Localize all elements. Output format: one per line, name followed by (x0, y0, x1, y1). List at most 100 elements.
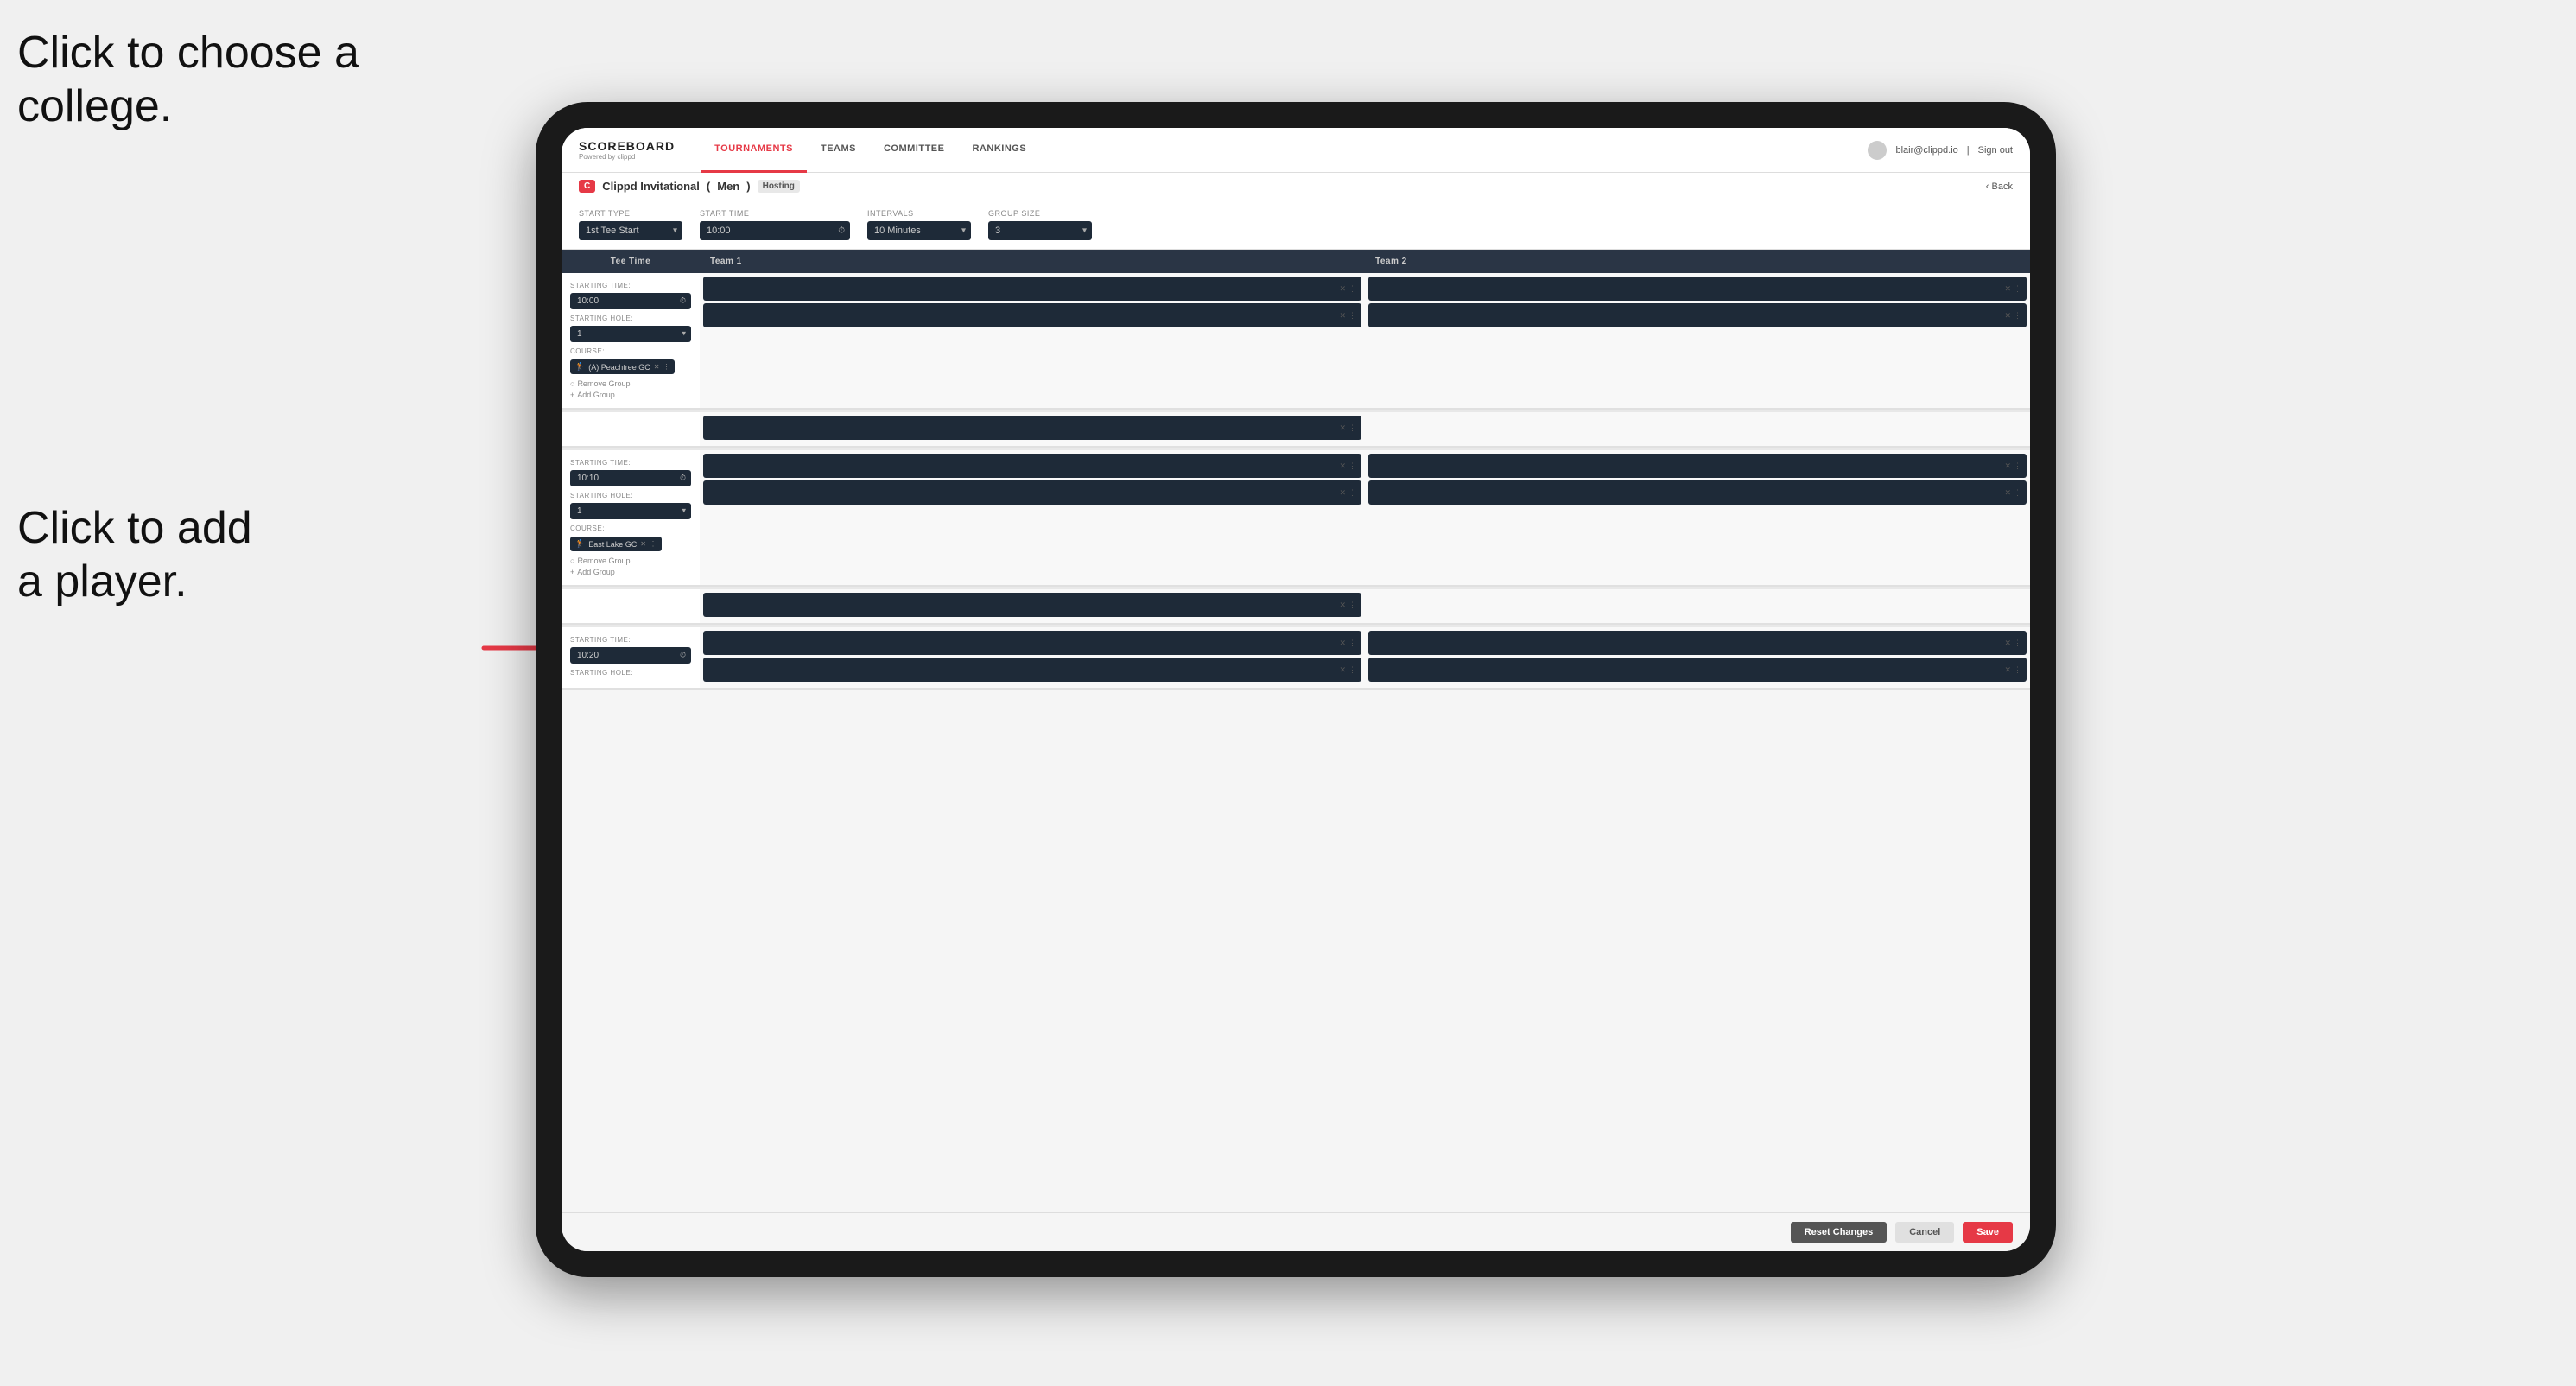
table-row: STARTING TIME: ⏱ STARTING HOLE: 1 (562, 273, 2030, 409)
more-icon[interactable]: ⋮ (1348, 284, 1356, 294)
course-more-1[interactable]: ⋮ (663, 363, 669, 371)
group3-left-panel: STARTING TIME: ⏱ STARTING HOLE: (562, 627, 700, 689)
group-size-select[interactable]: 3 (988, 221, 1092, 240)
more-icon[interactable]: ⋮ (1348, 423, 1356, 433)
add-group-1[interactable]: + Add Group (570, 391, 691, 399)
x-icon[interactable]: ✕ (1339, 461, 1346, 471)
more-icon[interactable]: ⋮ (1348, 488, 1356, 498)
player-slot-1b-1[interactable]: ✕ ⋮ (703, 416, 1361, 440)
starting-hole-select-2[interactable]: 1 (570, 503, 691, 519)
course-label-1: COURSE: (570, 347, 691, 355)
more-icon[interactable]: ⋮ (2014, 665, 2021, 675)
table-row: STARTING TIME: ⏱ STARTING HOLE: 1 (562, 450, 2030, 586)
app-footer: Reset Changes Cancel Save (562, 1212, 2030, 1251)
player-slot-2-4[interactable]: ✕ ⋮ (1368, 480, 2027, 505)
start-type-field: Start Type 1st Tee Start (579, 209, 682, 240)
starting-time-input-1[interactable] (570, 293, 691, 309)
player-slot-1-4[interactable]: ✕ ⋮ (1368, 303, 2027, 327)
nav-teams[interactable]: TEAMS (807, 128, 870, 173)
nav-committee[interactable]: COMMITTEE (870, 128, 959, 173)
col-team2: Team 2 (1365, 250, 2030, 273)
group2b-left-panel (562, 589, 700, 624)
more-icon[interactable]: ⋮ (2014, 488, 2021, 498)
app-header: SCOREBOARD Powered by clippd TOURNAMENTS… (562, 128, 2030, 173)
starting-time-input-3[interactable] (570, 647, 691, 664)
x-icon[interactable]: ✕ (1339, 639, 1346, 648)
user-email: blair@clippd.io (1895, 145, 1957, 156)
sign-out-link[interactable]: Sign out (1978, 145, 2013, 156)
course-icon-2: 🏌 (575, 539, 585, 549)
x-icon[interactable]: ✕ (2004, 461, 2011, 471)
annotation-add-player: Click to add a player. (17, 501, 252, 609)
player-slot-1-1[interactable]: ✕ ⋮ (703, 277, 1361, 301)
start-time-input[interactable] (700, 221, 850, 240)
group2b-team1-cell: ✕ ⋮ (700, 589, 1365, 624)
nav-rankings[interactable]: RANKINGS (958, 128, 1040, 173)
reset-changes-button[interactable]: Reset Changes (1791, 1222, 1887, 1243)
x-icon[interactable]: ✕ (1339, 665, 1346, 675)
course-remove-1[interactable]: ✕ (654, 363, 660, 371)
player-slot-2b-1[interactable]: ✕ ⋮ (703, 593, 1361, 617)
starting-hole-select-1[interactable]: 1 (570, 326, 691, 342)
x-icon[interactable]: ✕ (1339, 284, 1346, 294)
course-tag-1[interactable]: 🏌 (A) Peachtree GC ✕ ⋮ (570, 359, 675, 374)
tournament-name: Clippd Invitational (602, 180, 700, 193)
course-remove-2[interactable]: ✕ (640, 540, 646, 548)
nav-tournaments[interactable]: TOURNAMENTS (701, 128, 807, 173)
more-icon[interactable]: ⋮ (1348, 461, 1356, 471)
starting-time-input-2[interactable] (570, 470, 691, 486)
more-icon[interactable]: ⋮ (1348, 639, 1356, 648)
x-icon[interactable]: ✕ (1339, 423, 1346, 433)
more-icon[interactable]: ⋮ (1348, 311, 1356, 321)
more-icon[interactable]: ⋮ (1348, 601, 1356, 610)
player-slot-2-3[interactable]: ✕ ⋮ (1368, 454, 2027, 478)
x-icon[interactable]: ✕ (2004, 665, 2011, 675)
starting-hole-select-wrapper-2: 1 (570, 502, 691, 519)
more-icon[interactable]: ⋮ (2014, 284, 2021, 294)
add-group-2[interactable]: + Add Group (570, 568, 691, 576)
starting-hole-label-2: STARTING HOLE: (570, 492, 691, 499)
course-name-1: (A) Peachtree GC (588, 363, 650, 372)
group1b-left-panel (562, 412, 700, 447)
clock-icon-3: ⏱ (680, 651, 686, 660)
cancel-button[interactable]: Cancel (1895, 1222, 1954, 1243)
brand: SCOREBOARD Powered by clippd (579, 139, 675, 161)
x-icon[interactable]: ✕ (2004, 311, 2011, 321)
sub-header: C Clippd Invitational ( Men ) Hosting ‹ … (562, 173, 2030, 200)
intervals-select-wrapper: 10 Minutes (867, 221, 971, 240)
starting-time-input-wrapper-2: ⏱ (570, 469, 691, 486)
player-slot-3-3[interactable]: ✕ ⋮ (1368, 631, 2027, 655)
group2-left-panel: STARTING TIME: ⏱ STARTING HOLE: 1 (562, 450, 700, 586)
course-more-2[interactable]: ⋮ (650, 540, 657, 548)
remove-group-1[interactable]: ○ Remove Group (570, 379, 691, 388)
x-icon[interactable]: ✕ (2004, 488, 2011, 498)
more-icon[interactable]: ⋮ (2014, 311, 2021, 321)
back-button[interactable]: ‹ Back (1986, 181, 2013, 192)
player-slot-3-1[interactable]: ✕ ⋮ (703, 631, 1361, 655)
player-slot-3-2[interactable]: ✕ ⋮ (703, 658, 1361, 682)
x-icon[interactable]: ✕ (1339, 601, 1346, 610)
player-slot-2-2[interactable]: ✕ ⋮ (703, 480, 1361, 505)
x-icon[interactable]: ✕ (1339, 311, 1346, 321)
x-icon[interactable]: ✕ (2004, 639, 2011, 648)
start-type-select[interactable]: 1st Tee Start (579, 221, 682, 240)
group3-team1-cell: ✕ ⋮ ✕ ⋮ (700, 627, 1365, 689)
start-type-select-wrapper: 1st Tee Start (579, 221, 682, 240)
clock-icon-1: ⏱ (680, 296, 686, 306)
more-icon[interactable]: ⋮ (2014, 461, 2021, 471)
intervals-field: Intervals 10 Minutes (867, 209, 971, 240)
course-tag-2[interactable]: 🏌 East Lake GC ✕ ⋮ (570, 537, 662, 551)
intervals-select[interactable]: 10 Minutes (867, 221, 971, 240)
more-icon[interactable]: ⋮ (1348, 665, 1356, 675)
course-name-2: East Lake GC (588, 540, 637, 549)
remove-group-2[interactable]: ○ Remove Group (570, 556, 691, 565)
save-button[interactable]: Save (1963, 1222, 2013, 1243)
x-icon[interactable]: ✕ (1339, 488, 1346, 498)
player-slot-1-2[interactable]: ✕ ⋮ (703, 303, 1361, 327)
tournament-logo: C (579, 180, 595, 193)
x-icon[interactable]: ✕ (2004, 284, 2011, 294)
player-slot-3-4[interactable]: ✕ ⋮ (1368, 658, 2027, 682)
player-slot-2-1[interactable]: ✕ ⋮ (703, 454, 1361, 478)
more-icon[interactable]: ⋮ (2014, 639, 2021, 648)
player-slot-1-3[interactable]: ✕ ⋮ (1368, 277, 2027, 301)
